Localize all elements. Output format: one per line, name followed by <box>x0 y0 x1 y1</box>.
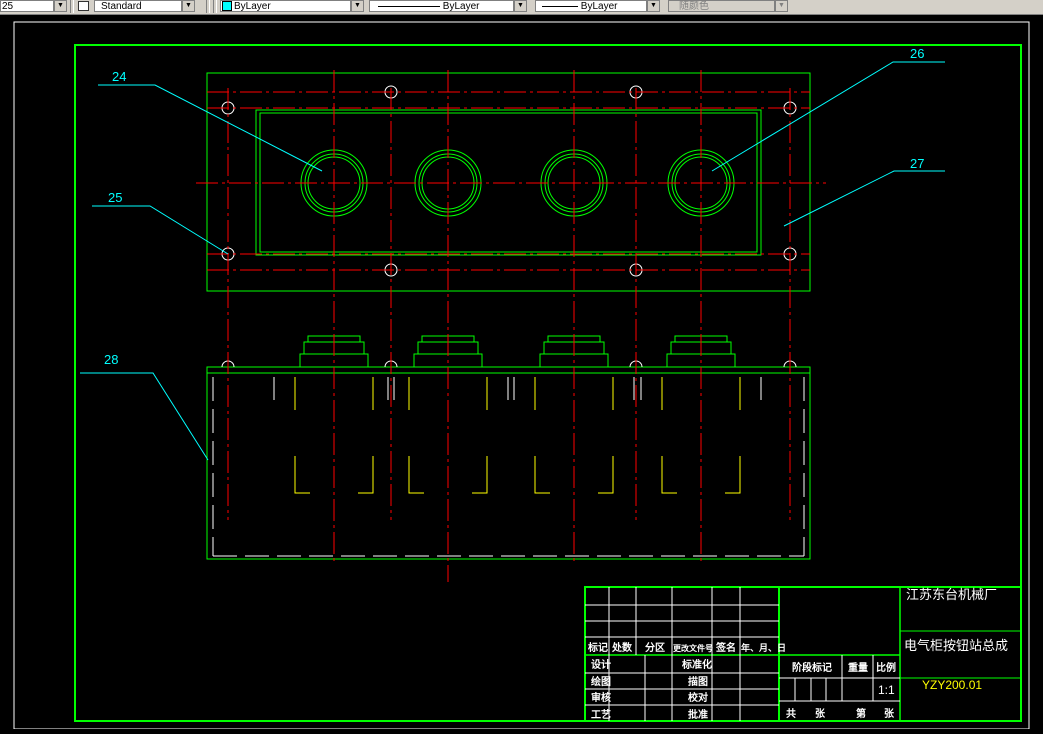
paper-boundary <box>13 21 1030 730</box>
tb-role-review: 审核 <box>591 691 611 704</box>
tb-role-trace: 描图 <box>688 675 708 688</box>
top-view <box>196 72 826 292</box>
color-swatch-icon <box>222 1 232 11</box>
linetype-sample-icon <box>378 5 440 7</box>
tb-role-check: 校对 <box>688 691 708 704</box>
tb-weight-label: 重量 <box>848 661 868 674</box>
leader-label-24: 24 <box>112 69 126 84</box>
tb-company: 江苏东台机械厂 <box>906 587 997 602</box>
color-value: ByLayer <box>234 1 271 12</box>
tb-sheet-unit: 张 <box>884 707 895 720</box>
drawing-frame <box>74 44 1022 722</box>
button-heads <box>221 335 797 368</box>
tb-scale-label: 比例 <box>876 661 896 674</box>
tb-header-changeno: 更改文件号 <box>673 643 713 653</box>
front-view <box>206 335 811 560</box>
linetype-dropdown-arrow[interactable]: ▼ <box>514 0 527 12</box>
lineweight-sample-icon <box>542 5 578 7</box>
tb-role-design: 设计 <box>591 658 611 671</box>
drawing-svg: 24 25 26 27 28 标记 处数 分区 更改文件号 签名 年、月、日 设… <box>13 21 1030 730</box>
tb-drawing-title: 电气柜按钮站总成 <box>904 638 1008 653</box>
hidden-line <box>408 456 424 494</box>
hidden-line <box>534 456 550 494</box>
title-block-text: 标记 处数 分区 更改文件号 签名 年、月、日 设计 标准化 绘图 描图 审核 … <box>587 641 896 721</box>
lineweight-value: ByLayer <box>580 1 618 12</box>
hidden-lines <box>273 377 762 494</box>
tb-stage-label: 阶段标记 <box>792 661 832 674</box>
inner-box-hidden <box>212 377 805 557</box>
color-dropdown-arrow[interactable]: ▼ <box>351 0 364 12</box>
toolbar-separator <box>213 0 217 13</box>
tb-total-sheets: 共 <box>786 707 796 720</box>
hidden-line <box>358 456 374 494</box>
tb-sheets-unit: 张 <box>815 707 826 720</box>
leader-label-27: 27 <box>910 156 924 171</box>
drawing-canvas[interactable]: 24 25 26 27 28 标记 处数 分区 更改文件号 签名 年、月、日 设… <box>0 14 1043 730</box>
textstyle-value: Standard <box>101 1 142 12</box>
dimstyle-dropdown-arrow[interactable]: ▼ <box>54 0 67 12</box>
tb-role-standard: 标准化 <box>681 658 712 671</box>
hidden-line <box>725 456 741 494</box>
hidden-line <box>472 456 488 494</box>
linetype-value: ByLayer <box>442 1 480 12</box>
plotstyle-dropdown-arrow[interactable]: ▼ <box>775 0 788 12</box>
lineweight-dropdown-arrow[interactable]: ▼ <box>647 0 660 12</box>
toolbar-separator <box>70 0 74 13</box>
leader-label-25: 25 <box>108 190 122 205</box>
text-style-icon[interactable] <box>78 1 89 11</box>
tb-scale-value: 1:1 <box>878 683 895 697</box>
toolbar-separator <box>206 0 210 13</box>
plotstyle-value: 随颜色 <box>679 1 709 12</box>
dimstyle-dropdown[interactable]: 25 <box>0 0 54 12</box>
leader-label-26: 26 <box>910 46 924 61</box>
tb-role-process: 工艺 <box>591 708 611 721</box>
properties-toolbar: 25 ▼ Standard ▼ ByLayer ▼ ByLayer ▼ ByLa… <box>0 0 1043 15</box>
lineweight-dropdown[interactable]: ByLayer <box>535 0 647 12</box>
linetype-dropdown[interactable]: ByLayer <box>369 0 514 12</box>
textstyle-dropdown-arrow[interactable]: ▼ <box>182 0 195 12</box>
top-centerlines <box>196 91 826 271</box>
tb-header-count: 处数 <box>611 641 633 654</box>
color-control-dropdown[interactable]: ByLayer <box>220 0 351 12</box>
title-block <box>584 586 1022 722</box>
leader-label-28: 28 <box>104 352 118 367</box>
vertical-centerlines <box>227 70 791 582</box>
leader-lines <box>80 61 945 461</box>
leader-labels: 24 25 26 27 28 <box>104 46 924 367</box>
top-view-plate <box>206 72 811 292</box>
tb-header-zone: 分区 <box>645 641 665 654</box>
tb-sheet-no: 第 <box>856 707 866 720</box>
tb-role-approve: 批准 <box>688 708 708 721</box>
plotstyle-dropdown[interactable]: 随颜色 <box>668 0 775 12</box>
tb-drawing-number: YZY200.01 <box>922 678 982 692</box>
textstyle-dropdown[interactable]: Standard <box>94 0 182 12</box>
tb-header-mark: 标记 <box>587 641 608 654</box>
tb-header-date: 年、月、日 <box>741 642 786 653</box>
dimstyle-value: 25 <box>2 1 14 12</box>
hidden-line <box>598 456 614 494</box>
tb-role-draw: 绘图 <box>591 675 611 688</box>
hidden-line <box>294 456 310 494</box>
hidden-line <box>661 456 677 494</box>
tb-header-signature: 签名 <box>715 641 736 654</box>
